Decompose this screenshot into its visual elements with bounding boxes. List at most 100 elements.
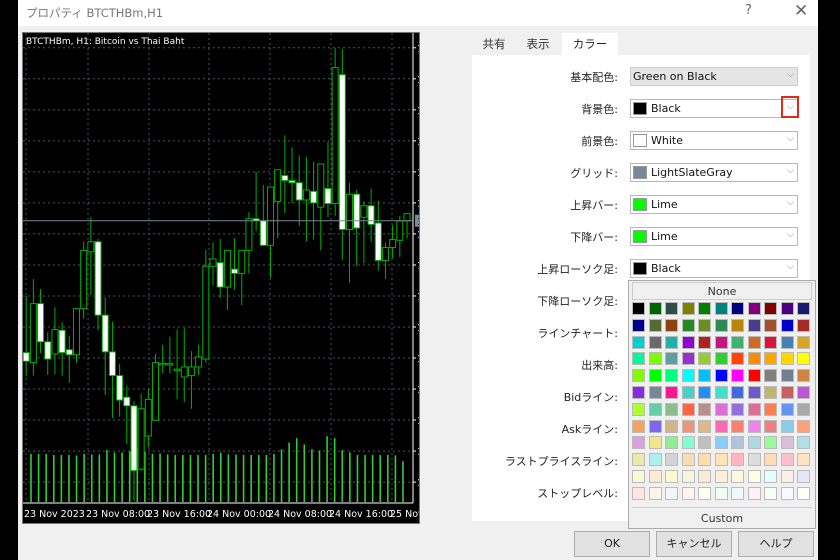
palette-color-cell[interactable] [665, 335, 678, 349]
color-select[interactable]: White ⌵ [630, 131, 798, 150]
palette-color-cell[interactable] [714, 486, 728, 500]
palette-color-cell[interactable] [764, 402, 777, 416]
palette-color-cell[interactable] [780, 352, 794, 366]
palette-color-cell[interactable] [747, 386, 761, 399]
palette-color-cell[interactable] [747, 335, 761, 349]
palette-color-cell[interactable] [731, 453, 744, 467]
palette-color-cell[interactable] [681, 302, 695, 315]
palette-color-cell[interactable] [681, 369, 695, 383]
chevron-down-icon[interactable]: ⌵ [787, 230, 794, 240]
ok-button[interactable]: OK [574, 531, 650, 557]
palette-color-cell[interactable] [698, 369, 711, 383]
palette-color-cell[interactable] [764, 419, 777, 433]
palette-color-cell[interactable] [797, 470, 810, 483]
palette-color-cell[interactable] [665, 419, 678, 433]
cancel-button[interactable]: キャンセル [656, 531, 732, 557]
none-color-button[interactable]: None [632, 282, 812, 300]
palette-color-cell[interactable] [648, 453, 662, 467]
palette-color-cell[interactable] [780, 302, 794, 315]
palette-color-cell[interactable] [632, 419, 645, 433]
palette-color-cell[interactable] [648, 436, 662, 450]
palette-color-cell[interactable] [632, 335, 645, 349]
palette-color-cell[interactable] [714, 302, 728, 315]
palette-color-cell[interactable] [681, 352, 695, 366]
tab-display[interactable]: 表示 [518, 33, 558, 55]
palette-color-cell[interactable] [780, 453, 794, 467]
palette-color-cell[interactable] [797, 436, 810, 450]
palette-color-cell[interactable] [665, 402, 678, 416]
palette-color-cell[interactable] [780, 470, 794, 483]
palette-color-cell[interactable] [780, 419, 794, 433]
palette-color-cell[interactable] [681, 419, 695, 433]
palette-color-cell[interactable] [797, 453, 810, 467]
palette-color-cell[interactable] [764, 352, 777, 366]
color-select[interactable]: LightSlateGray ⌵ [630, 163, 798, 182]
close-icon[interactable]: ✕ [794, 1, 808, 21]
palette-color-cell[interactable] [731, 470, 744, 483]
palette-color-cell[interactable] [764, 453, 777, 467]
palette-color-cell[interactable] [632, 486, 645, 500]
palette-color-cell[interactable] [764, 386, 777, 399]
palette-color-cell[interactable] [648, 402, 662, 416]
palette-color-cell[interactable] [764, 318, 777, 332]
palette-color-cell[interactable] [797, 335, 810, 349]
palette-color-cell[interactable] [681, 335, 695, 349]
palette-color-cell[interactable] [648, 486, 662, 500]
palette-color-cell[interactable] [648, 335, 662, 349]
palette-color-cell[interactable] [648, 419, 662, 433]
palette-color-cell[interactable] [747, 402, 761, 416]
palette-color-cell[interactable] [764, 369, 777, 383]
palette-color-cell[interactable] [665, 352, 678, 366]
palette-color-cell[interactable] [714, 470, 728, 483]
tab-colors[interactable]: カラー [562, 33, 618, 55]
palette-color-cell[interactable] [698, 402, 711, 416]
palette-color-cell[interactable] [665, 369, 678, 383]
palette-color-cell[interactable] [681, 402, 695, 416]
palette-color-cell[interactable] [780, 369, 794, 383]
help-icon[interactable]: ? [745, 3, 752, 18]
palette-color-cell[interactable] [632, 402, 645, 416]
color-scheme-select[interactable]: Green on Black ⌵ [630, 67, 798, 86]
palette-color-cell[interactable] [731, 335, 744, 349]
palette-color-cell[interactable] [665, 318, 678, 332]
palette-color-cell[interactable] [731, 369, 744, 383]
palette-color-cell[interactable] [747, 486, 761, 500]
palette-color-cell[interactable] [797, 352, 810, 366]
palette-color-cell[interactable] [698, 335, 711, 349]
palette-color-cell[interactable] [632, 369, 645, 383]
palette-color-cell[interactable] [780, 318, 794, 332]
palette-color-cell[interactable] [648, 470, 662, 483]
palette-color-cell[interactable] [747, 453, 761, 467]
palette-color-cell[interactable] [698, 419, 711, 433]
palette-color-cell[interactable] [632, 453, 645, 467]
palette-color-cell[interactable] [714, 453, 728, 467]
palette-color-cell[interactable] [731, 302, 744, 315]
palette-color-cell[interactable] [632, 386, 645, 399]
palette-color-cell[interactable] [632, 470, 645, 483]
palette-color-cell[interactable] [714, 419, 728, 433]
palette-color-cell[interactable] [681, 386, 695, 399]
palette-color-cell[interactable] [731, 436, 744, 450]
palette-color-cell[interactable] [780, 386, 794, 399]
palette-color-cell[interactable] [764, 302, 777, 315]
chevron-down-icon[interactable]: ⌵ [787, 166, 794, 176]
palette-color-cell[interactable] [648, 352, 662, 366]
palette-color-cell[interactable] [681, 318, 695, 332]
palette-color-cell[interactable] [681, 436, 695, 450]
palette-color-cell[interactable] [731, 486, 744, 500]
palette-color-cell[interactable] [747, 352, 761, 366]
palette-color-cell[interactable] [632, 318, 645, 332]
palette-color-cell[interactable] [797, 486, 810, 500]
palette-color-cell[interactable] [648, 369, 662, 383]
palette-color-cell[interactable] [681, 453, 695, 467]
palette-color-cell[interactable] [665, 386, 678, 399]
palette-color-cell[interactable] [632, 302, 645, 315]
palette-color-cell[interactable] [747, 318, 761, 332]
palette-color-cell[interactable] [747, 436, 761, 450]
palette-color-cell[interactable] [780, 486, 794, 500]
palette-color-cell[interactable] [797, 419, 810, 433]
chevron-down-icon[interactable]: ⌵ [787, 134, 794, 144]
palette-color-cell[interactable] [648, 318, 662, 332]
palette-color-cell[interactable] [632, 352, 645, 366]
color-select[interactable]: Black ⌵ [630, 99, 798, 118]
